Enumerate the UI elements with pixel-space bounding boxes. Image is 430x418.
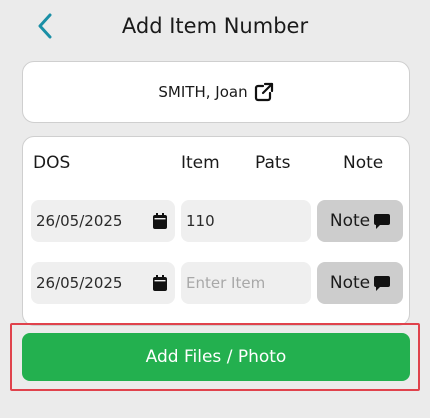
item-number-input[interactable] xyxy=(181,200,311,242)
comment-icon xyxy=(374,275,391,291)
add-files-photo-button[interactable]: Add Files / Photo xyxy=(22,333,410,381)
note-button-label: Note xyxy=(329,273,371,293)
page-title: Add Item Number xyxy=(121,14,309,38)
items-table: DOS Item Pats Note 26/05/2025 Note xyxy=(22,136,410,326)
column-header-pats: Pats xyxy=(255,153,291,173)
patient-card: SMITH, Joan xyxy=(22,61,410,123)
table-row: 26/05/2025 Note xyxy=(31,200,403,242)
calendar-icon xyxy=(153,275,167,291)
external-link-icon[interactable] xyxy=(254,82,274,102)
dos-date-field[interactable]: 26/05/2025 xyxy=(31,262,175,304)
column-header-note: Note xyxy=(343,153,384,173)
table-row: 26/05/2025 Note xyxy=(31,262,403,304)
calendar-icon xyxy=(153,213,167,229)
dos-date-value: 26/05/2025 xyxy=(36,274,123,292)
dos-date-value: 26/05/2025 xyxy=(36,212,123,230)
column-header-item: Item xyxy=(181,153,220,173)
patient-name: SMITH, Joan xyxy=(158,83,248,101)
item-number-input[interactable] xyxy=(181,262,311,304)
dos-date-field[interactable]: 26/05/2025 xyxy=(31,200,175,242)
column-header-dos: DOS xyxy=(33,153,71,173)
note-button[interactable]: Note xyxy=(317,200,403,242)
note-button[interactable]: Note xyxy=(317,262,403,304)
add-item-number-screen: Add Item Number SMITH, Joan DOS Item Pat… xyxy=(0,0,430,418)
comment-icon xyxy=(374,213,391,229)
note-button-label: Note xyxy=(329,211,371,231)
